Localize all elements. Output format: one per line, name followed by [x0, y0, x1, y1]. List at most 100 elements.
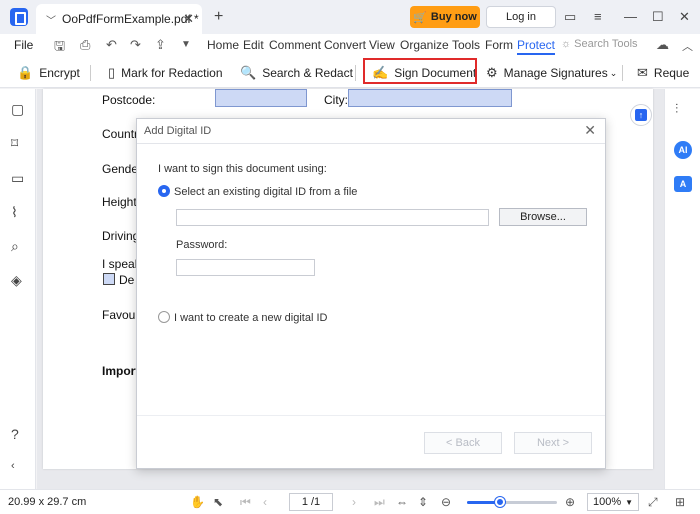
ribbon-toolbar: 🔒 Encrypt ▯ Mark for Redaction 🔍 Search … [0, 56, 700, 88]
menu-file[interactable]: File [14, 38, 33, 52]
document-tab[interactable]: ﹀ OoPdfFormExample.pdf * ✕ [36, 4, 202, 34]
cloud-upload-icon[interactable]: ☁ [656, 37, 669, 53]
previous-page-icon[interactable]: ‹ [263, 495, 267, 509]
translate-icon[interactable]: A [674, 176, 692, 192]
browse-button[interactable]: Browse... [499, 208, 587, 226]
mark-redaction-label: Mark for Redaction [121, 66, 223, 80]
left-sidebar: ▢ ⌑ ▭ ⌇ ⌕ ◈ ? ‹ [0, 89, 36, 489]
minimize-icon[interactable]: — [624, 9, 637, 24]
next-button[interactable]: Next > [514, 432, 592, 454]
select-tool-icon[interactable]: ⬉ [213, 495, 223, 509]
pdf-speak-label: I speak [102, 257, 141, 271]
ai-assistant-icon[interactable]: AI [674, 141, 692, 159]
menu-home[interactable]: Home [207, 38, 239, 52]
mark-for-redaction-button[interactable]: ▯ Mark for Redaction [108, 62, 223, 84]
search-tools[interactable]: ☼ Search Tools [561, 38, 638, 50]
next-page-icon[interactable]: › [352, 495, 356, 509]
maximize-icon[interactable]: ☐ [652, 9, 664, 25]
menu-convert[interactable]: Convert [324, 38, 366, 52]
browse-label: Browse... [520, 211, 566, 223]
hand-tool-icon[interactable]: ✋ [190, 495, 205, 509]
lock-icon: 🔒 [17, 65, 34, 80]
menu-edit[interactable]: Edit [243, 38, 264, 52]
zoom-slider[interactable] [467, 497, 557, 507]
bookmark-icon[interactable]: ⌑ [11, 135, 18, 152]
next-label: Next > [536, 437, 570, 449]
add-tab-icon[interactable]: + [214, 8, 223, 26]
manage-signatures-button[interactable]: ⚙ Manage Signatures ⌄ [486, 62, 617, 84]
zoom-out-icon[interactable]: ⊖ [441, 495, 451, 509]
document-tab-title: OoPdfFormExample.pdf * [62, 12, 199, 26]
quick-access-dropdown-icon[interactable]: ▼ [181, 39, 191, 50]
zoom-value: 100% [593, 496, 622, 508]
pdf-checkbox-de[interactable] [103, 273, 115, 285]
collapse-left-icon[interactable]: ‹ [11, 460, 15, 472]
chevron-down-icon: ▼ [625, 497, 633, 507]
menu-organize[interactable]: Organize [400, 38, 449, 52]
close-tab-icon[interactable]: ✕ [183, 11, 194, 27]
menu-form[interactable]: Form [485, 38, 513, 52]
redo-icon[interactable]: ↷ [130, 37, 141, 53]
help-icon[interactable]: ? [11, 426, 19, 442]
page-number-input[interactable]: 1 /1 [289, 493, 333, 511]
undo-icon[interactable]: ↶ [106, 37, 117, 53]
layers-icon[interactable]: ◈ [11, 272, 22, 289]
last-page-icon[interactable]: ⏭ [374, 495, 385, 510]
zoom-slider-handle[interactable] [495, 497, 506, 507]
option-existing-label: Select an existing digital ID from a fil… [174, 186, 358, 198]
back-button[interactable]: < Back [424, 432, 502, 454]
upload-icon[interactable]: ↑ [630, 104, 652, 126]
status-bar: 20.99 x 29.7 cm ✋ ⬉ ⏮ ‹ 1 /1 › ⏭ ⇔ ⇕ ⊖ ⊕… [0, 489, 700, 514]
menu-icon[interactable]: ≡ [594, 9, 602, 24]
chevron-down-icon: ⌄ [609, 67, 618, 78]
first-page-icon[interactable]: ⏮ [240, 495, 251, 510]
attachment-icon[interactable]: ⌇ [11, 204, 18, 221]
share-icon[interactable]: ⇪ [155, 37, 166, 53]
fit-width-icon[interactable]: ⇔ [396, 495, 408, 509]
dialog-prompt: I want to sign this document using: [158, 163, 327, 175]
menu-comment[interactable]: Comment [269, 38, 321, 52]
menu-tools[interactable]: Tools [452, 38, 480, 52]
password-input[interactable] [176, 259, 315, 276]
sign-document-highlight [363, 58, 477, 84]
chevron-down-icon[interactable]: ﹀ [46, 12, 56, 27]
pdf-postcode-field[interactable] [215, 89, 307, 107]
menu-bar: File 🖫 ⎙ ↶ ↷ ⇪ ▼ Home Edit Comment Conve… [0, 34, 700, 56]
menu-view[interactable]: View [369, 38, 395, 52]
radio-new-id[interactable] [158, 311, 170, 323]
pdf-lang-de-label: De [119, 273, 135, 287]
file-path-input[interactable] [176, 209, 489, 226]
feedback-icon[interactable]: ▭ [564, 9, 576, 25]
dialog-divider [137, 143, 605, 144]
dialog-close-icon[interactable]: ✕ [584, 122, 596, 139]
menu-protect[interactable]: Protect [517, 38, 556, 55]
pdf-country-label: Countr [102, 127, 139, 141]
properties-icon[interactable]: ⫶ [675, 101, 678, 117]
right-sidebar: ⫶ AI A [664, 89, 700, 489]
zoom-in-icon[interactable]: ⊕ [565, 495, 575, 509]
fullscreen-icon[interactable]: ⤢ [648, 495, 658, 510]
zoom-select[interactable]: 100% ▼ [587, 493, 639, 511]
search-icon[interactable]: ⌕ [11, 238, 19, 255]
pdf-important-label: Import [102, 364, 140, 378]
page-indicator: 1 /1 [301, 496, 321, 508]
app-logo-icon [10, 8, 28, 26]
request-signature-button[interactable]: ✉ Reque [637, 62, 689, 84]
close-window-icon[interactable]: ✕ [679, 9, 690, 25]
search-redact-icon: 🔍 [240, 65, 257, 80]
comment-icon[interactable]: ▭ [11, 170, 24, 187]
print-icon[interactable]: ⎙ [80, 37, 90, 53]
search-redact-button[interactable]: 🔍 Search & Redact [240, 62, 353, 84]
collapse-ribbon-icon[interactable]: ︿ [682, 38, 693, 54]
pdf-postcode-label: Postcode: [102, 93, 156, 107]
login-button[interactable]: Log in [486, 6, 556, 28]
ribbon-divider [90, 65, 91, 81]
add-digital-id-dialog: Add Digital ID ✕ I want to sign this doc… [136, 118, 606, 469]
read-mode-icon[interactable]: ⊞ [675, 495, 685, 509]
radio-existing-id[interactable] [158, 185, 170, 197]
thumbnails-icon[interactable]: ▢ [11, 101, 24, 118]
buy-now-button[interactable]: 🛒 Buy now [410, 6, 480, 28]
pdf-city-field[interactable] [348, 89, 512, 107]
fit-page-icon[interactable]: ⇕ [418, 495, 428, 509]
encrypt-button[interactable]: 🔒 Encrypt [17, 62, 80, 84]
